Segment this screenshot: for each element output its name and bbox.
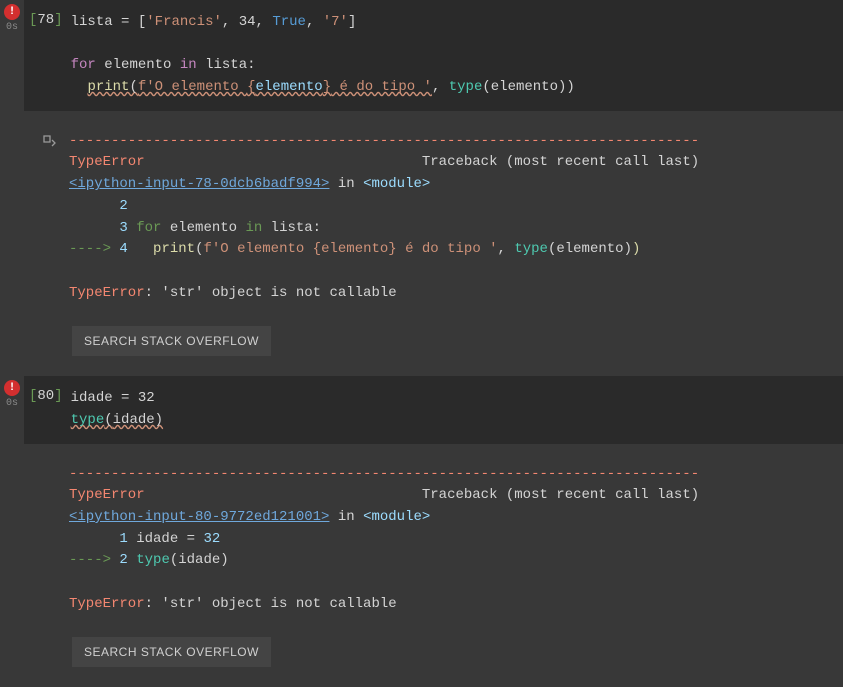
search-stack-overflow-button[interactable]: SEARCH STACK OVERFLOW [72,326,271,356]
traceback: ----------------------------------------… [69,464,838,616]
traceback: ----------------------------------------… [69,131,838,305]
exec-count: [80] [29,388,63,431]
cell-gutter: ! 0s [0,380,24,409]
cell-gutter: ! 0s [0,4,24,33]
button-row: SEARCH STACK OVERFLOW [72,637,843,667]
exec-time: 0s [6,22,18,33]
exec-count: [78] [29,12,63,99]
traceback-link[interactable]: <ipython-input-78-0dcb6badf994> [69,176,329,192]
output-area: ----------------------------------------… [24,111,843,315]
exec-time: 0s [6,398,18,409]
output-area: ----------------------------------------… [24,444,843,626]
code-text[interactable]: idade = 32 type(idade) [63,388,163,431]
code-input-area[interactable]: [78] lista = ['Francis', 34, True, '7'] … [24,0,843,111]
cell-content: [80] idade = 32 type(idade) ------------… [24,376,843,667]
output-expand-icon[interactable] [29,131,69,305]
output-expand-icon[interactable] [29,464,69,616]
code-text[interactable]: lista = ['Francis', 34, True, '7'] for e… [63,12,575,99]
notebook-cell: ! 0s [78] lista = ['Francis', 34, True, … [0,0,843,356]
code-input-area[interactable]: [80] idade = 32 type(idade) [24,376,843,443]
notebook-cell: ! 0s [80] idade = 32 type(idade) -------… [0,376,843,667]
error-icon[interactable]: ! [4,4,20,20]
button-row: SEARCH STACK OVERFLOW [72,326,843,356]
search-stack-overflow-button[interactable]: SEARCH STACK OVERFLOW [72,637,271,667]
cell-content: [78] lista = ['Francis', 34, True, '7'] … [24,0,843,356]
error-icon[interactable]: ! [4,380,20,396]
traceback-link[interactable]: <ipython-input-80-9772ed121001> [69,509,329,525]
